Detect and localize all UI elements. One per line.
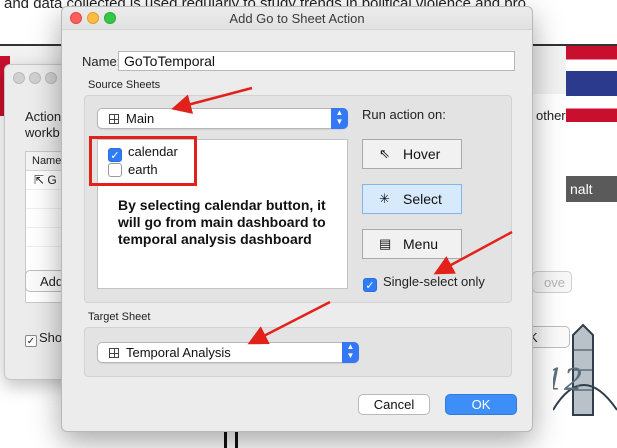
hover-button[interactable]: ⇖ Hover	[362, 139, 462, 169]
dialog-title: Add Go to Sheet Action	[229, 11, 365, 26]
window-controls	[13, 72, 61, 87]
chevron-updown-icon[interactable]: ▲ ▼	[342, 342, 359, 363]
menu-button[interactable]: ▤ Menu	[362, 229, 462, 259]
single-select-checkbox[interactable]: ✓ Single-select only	[363, 274, 485, 292]
deco-number: 12	[553, 363, 583, 398]
minimize-window-button[interactable]	[29, 72, 41, 84]
menu-button-label: Menu	[403, 236, 439, 252]
select-button[interactable]: ✳ Select	[362, 184, 462, 214]
dashboard-grid-icon	[109, 348, 119, 358]
single-select-label: Single-select only	[383, 274, 485, 289]
checkbox-checked-icon[interactable]: ✓	[363, 278, 377, 292]
add-go-to-sheet-dialog: Add Go to Sheet Action Name: GoToTempora…	[61, 6, 533, 432]
select-cursor-icon: ✳	[379, 191, 390, 206]
target-sheet-dropdown[interactable]: Temporal Analysis ▲ ▼	[97, 342, 359, 363]
cancel-button[interactable]: Cancel	[358, 394, 430, 415]
target-dropdown-value: Temporal Analysis	[126, 345, 231, 360]
annotation-highlight-box	[89, 136, 197, 186]
background-tab[interactable]: nalt	[566, 176, 617, 202]
actions-description: Action workb	[25, 109, 61, 141]
name-label: Name:	[82, 54, 121, 69]
close-window-button[interactable]	[13, 72, 25, 84]
zoom-window-button[interactable]	[45, 72, 57, 84]
menu-icon: ▤	[379, 236, 392, 251]
chevron-updown-icon[interactable]: ▲ ▼	[331, 108, 348, 129]
target-sheet-label: Target Sheet	[88, 311, 151, 323]
ok-button[interactable]: OK	[445, 394, 517, 415]
select-button-label: Select	[403, 191, 442, 207]
background-remove-button[interactable]: ove	[532, 271, 572, 293]
flag-right-decoration	[566, 46, 617, 122]
workbook-label: workb	[25, 125, 60, 140]
action-row-label: G	[47, 173, 57, 187]
decorative-illustration: 12	[553, 323, 617, 416]
checkmark-icon[interactable]: ✓	[25, 335, 37, 347]
source-sheets-label: Source Sheets	[88, 79, 161, 91]
hover-button-label: Hover	[403, 146, 441, 162]
goto-sheet-icon: ⇱	[34, 173, 45, 187]
action-label: Action	[25, 109, 62, 124]
background-other-label: other	[536, 108, 566, 123]
show-checkbox-label: Sho	[39, 330, 63, 345]
run-action-label: Run action on:	[362, 107, 446, 122]
pointer-icon: ⇖	[379, 146, 390, 161]
target-sheet-group: Temporal Analysis ▲ ▼	[84, 327, 512, 377]
dashboard-grid-icon	[109, 114, 119, 124]
source-dropdown-value: Main	[126, 111, 155, 126]
show-checkbox-row[interactable]: ✓ Sho	[25, 330, 62, 347]
dialog-titlebar: Add Go to Sheet Action	[62, 7, 532, 30]
annotation-text: By selecting calendar button, it will go…	[118, 197, 326, 247]
name-field[interactable]: GoToTemporal	[118, 51, 515, 71]
source-dashboard-dropdown[interactable]: Main ▲ ▼	[97, 108, 348, 129]
